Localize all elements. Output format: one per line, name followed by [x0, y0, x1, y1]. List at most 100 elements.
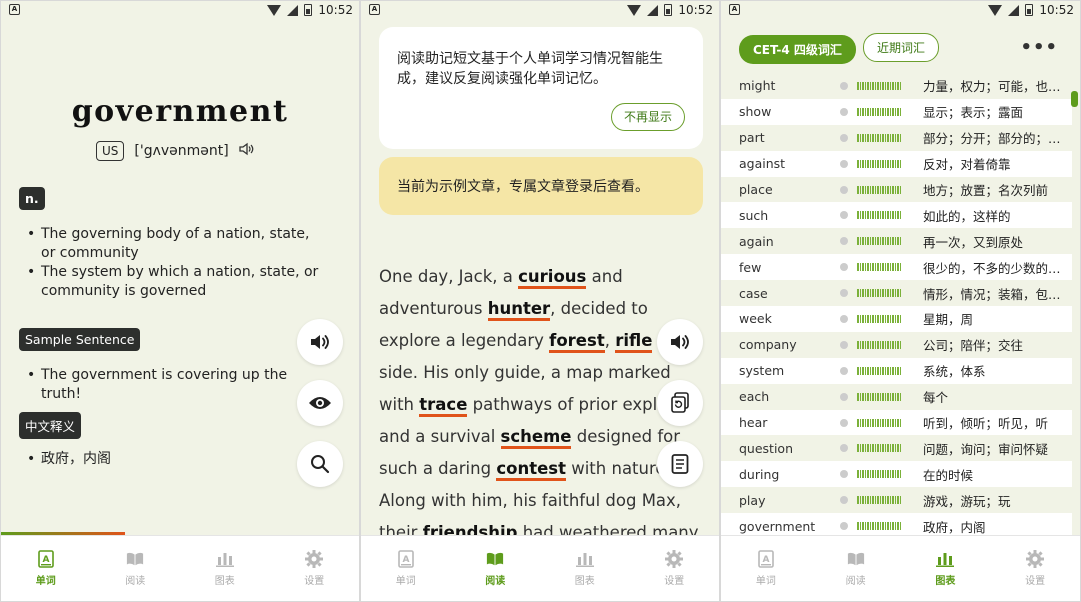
word-row[interactable]: might 力量，权力；可能，也…: [721, 73, 1072, 99]
word-row[interactable]: few 很少的，不多的少数的…: [721, 254, 1072, 281]
word-row-word: play: [739, 492, 766, 508]
dont-show-again-button[interactable]: 不再显示: [610, 103, 685, 131]
tab-settings[interactable]: 设置: [630, 536, 720, 601]
word-row[interactable]: against 反对，对着倚靠: [721, 150, 1072, 177]
tab-settings[interactable]: 设置: [990, 536, 1080, 601]
word-row-definition: 很少的，不多的少数的…: [923, 260, 1061, 276]
tab-words[interactable]: A 单词: [1, 536, 91, 601]
tab-chart[interactable]: 图表: [180, 536, 270, 601]
tab-words[interactable]: A 单词: [361, 536, 451, 601]
sample-article-notice: 当前为示例文章，专属文章登录后查看。: [379, 157, 703, 215]
word-row[interactable]: hear 听到，倾听；听见，听: [721, 409, 1072, 436]
gear-icon: [665, 550, 684, 568]
play-audio-button[interactable]: [297, 319, 343, 365]
regenerate-button[interactable]: [657, 380, 703, 426]
tab-read[interactable]: 阅读: [91, 536, 181, 601]
clock: 10:52: [678, 3, 713, 17]
tab-words[interactable]: A 单词: [721, 536, 811, 601]
word-row-definition: 问题，询问；审问怀疑: [923, 441, 1049, 457]
word-row-definition: 显示；表示；露面: [923, 105, 1024, 121]
highlighted-word[interactable]: forest: [549, 331, 605, 353]
clock: 10:52: [318, 3, 353, 17]
memory-strength-bar: [857, 81, 913, 90]
article-list-button[interactable]: [657, 441, 703, 487]
recent-words-button[interactable]: 近期词汇: [863, 33, 940, 62]
word-row-definition: 力量，权力；可能，也…: [923, 79, 1061, 95]
word-row-definition: 公司；陪伴；交往: [923, 338, 1024, 354]
wifi-icon: [267, 4, 282, 16]
tab-chart[interactable]: 图表: [901, 536, 991, 601]
tab-words-label: 单词: [395, 576, 416, 587]
speaker-icon[interactable]: [239, 142, 255, 160]
word-row[interactable]: part 部分；分开；部分的；…: [721, 124, 1072, 151]
memory-strength-bar: [857, 237, 913, 246]
word-row-definition: 星期，周: [923, 312, 974, 328]
book-icon: [126, 550, 144, 568]
chinese-definition-tag: 中文释义: [19, 412, 82, 439]
word-row[interactable]: show 显示；表示；露面: [721, 98, 1072, 125]
tab-settings[interactable]: 设置: [270, 536, 360, 601]
svg-text:A: A: [402, 555, 409, 565]
cet4-filter-button[interactable]: CET-4 四级词汇: [739, 35, 856, 64]
highlighted-word[interactable]: trace: [419, 395, 468, 417]
status-dot: [831, 81, 857, 90]
signal-icon: [647, 4, 659, 16]
highlighted-word[interactable]: hunter: [487, 299, 551, 321]
word-row-definition: 情形，情况；装箱，包…: [923, 286, 1061, 302]
word-row[interactable]: week 星期，周: [721, 306, 1072, 332]
memory-strength-bar: [857, 314, 913, 323]
chinese-list: 政府，内阁: [27, 450, 323, 469]
scrollbar-thumb[interactable]: [1071, 91, 1078, 107]
word-row-definition: 反对，对着倚靠: [923, 157, 1011, 173]
play-audio-button[interactable]: [657, 319, 703, 365]
word-row-definition: 系统，体系: [923, 364, 986, 380]
status-dot: [831, 418, 857, 427]
memory-strength-bar: [857, 133, 913, 142]
word-row[interactable]: place 地方；放置；名次列前: [721, 176, 1072, 203]
battery-icon: [304, 4, 313, 16]
tab-read[interactable]: 阅读: [811, 536, 901, 601]
word-row-definition: 政府，内阁: [923, 519, 986, 535]
gear-icon: [1026, 550, 1045, 568]
word-detail-screen: A 10:52 government US ['gʌvənmənt] n. Th…: [1, 1, 359, 601]
memory-strength-bar: [857, 522, 913, 531]
article-text: One day, Jack, a curious and adventurous…: [379, 261, 705, 581]
word-row-word: hear: [739, 415, 768, 431]
definition-item: The governing body of a nation, state, o…: [27, 225, 323, 263]
word-row[interactable]: such 如此的，这样的: [721, 202, 1072, 229]
toggle-visibility-button[interactable]: [297, 380, 343, 426]
highlighted-word[interactable]: contest: [496, 459, 566, 481]
sample-item: The government is covering up the truth!: [27, 366, 323, 404]
word-row[interactable]: case 情形，情况；装箱，包…: [721, 280, 1072, 307]
word-row-word: show: [739, 104, 772, 120]
region-badge[interactable]: US: [96, 141, 125, 161]
wifi-icon: [988, 4, 1003, 16]
highlighted-word[interactable]: scheme: [500, 427, 572, 449]
bar-chart-icon: [215, 550, 234, 568]
highlighted-word[interactable]: curious: [518, 267, 587, 289]
book-icon: [847, 550, 865, 568]
tab-words-label: 单词: [755, 576, 776, 587]
word-row[interactable]: company 公司；陪伴；交往: [721, 331, 1072, 358]
word-row[interactable]: system 系统，体系: [721, 357, 1072, 384]
word-row-word: question: [739, 440, 794, 456]
tab-read-label: 阅读: [485, 576, 506, 587]
signal-icon: [287, 4, 299, 16]
word-row-definition: 听到，倾听；听见，听: [923, 416, 1049, 432]
highlighted-word[interactable]: rifle: [615, 331, 653, 353]
document-icon: [671, 454, 689, 474]
status-dot: [831, 263, 857, 272]
word-row-definition: 每个: [923, 390, 949, 406]
search-button[interactable]: [297, 441, 343, 487]
word-row[interactable]: question 问题，询问；审问怀疑: [721, 435, 1072, 462]
word-row[interactable]: each 每个: [721, 383, 1072, 410]
status-dot: [831, 496, 857, 505]
tab-read[interactable]: 阅读: [451, 536, 541, 601]
word-row[interactable]: again 再一次，又到原处: [721, 228, 1072, 255]
bar-chart-icon: [575, 550, 594, 568]
word-row[interactable]: play 游戏，游玩；玩: [721, 487, 1072, 514]
sample-list: The government is covering up the truth!: [27, 366, 323, 404]
word-row[interactable]: during 在的时候: [721, 461, 1072, 488]
tab-chart[interactable]: 图表: [540, 536, 630, 601]
more-options-icon[interactable]: •••: [1020, 37, 1058, 58]
